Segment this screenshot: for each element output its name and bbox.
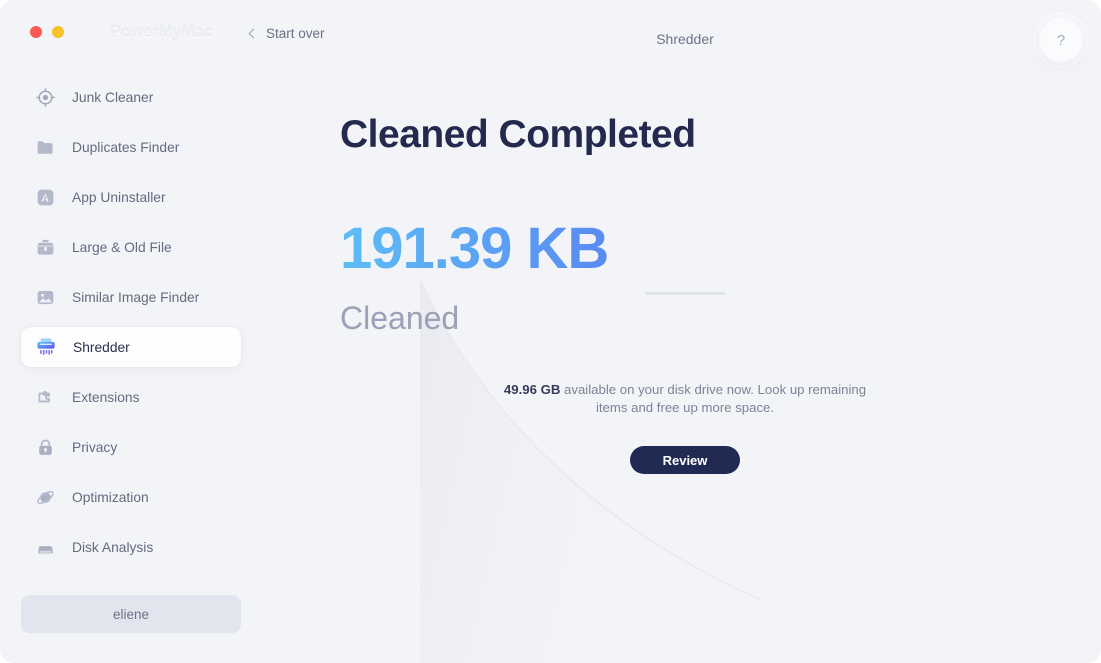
close-button[interactable] <box>30 26 42 38</box>
review-label: Review <box>662 452 708 468</box>
page-title: Cleaned Completed <box>340 113 696 156</box>
shredder-icon <box>35 336 57 358</box>
sidebar-item-label: Shredder <box>73 339 130 355</box>
lock-icon <box>34 436 56 458</box>
description-text: available on your disk drive now. Look u… <box>560 382 867 415</box>
sidebar-item-label: Large & Old File <box>72 239 172 255</box>
sidebar-item-label: Junk Cleaner <box>72 89 154 105</box>
sidebar-item-shredder[interactable]: Shredder <box>20 326 242 368</box>
sidebar-item-label: Optimization <box>72 489 149 505</box>
start-over-button[interactable]: Start over <box>248 26 325 41</box>
sidebar-item-junk-cleaner[interactable]: Junk Cleaner <box>20 76 242 118</box>
sidebar-item-label: Duplicates Finder <box>72 139 180 155</box>
planet-orbit-icon <box>34 486 56 508</box>
sidebar: PowerMyMac Start over Junk Cleaner Dupli… <box>0 0 340 663</box>
start-over-label: Start over <box>266 26 325 41</box>
hard-drive-icon <box>34 536 56 558</box>
sidebar-item-label: Disk Analysis <box>72 539 154 555</box>
app-title: PowerMyMac <box>110 24 214 41</box>
sidebar-item-app-uninstaller[interactable]: App Uninstaller <box>20 176 242 218</box>
image-icon <box>34 286 56 308</box>
divider <box>645 292 725 295</box>
title-bar: PowerMyMac Start over <box>0 0 340 60</box>
cleaned-amount: 191.39 KB <box>340 215 1030 282</box>
window-controls <box>30 26 64 38</box>
sidebar-item-label: App Uninstaller <box>72 189 166 205</box>
sidebar-nav: Junk Cleaner Duplicates Finder App Unins… <box>0 76 262 576</box>
sidebar-item-privacy[interactable]: Privacy <box>20 426 242 468</box>
sidebar-item-label: Similar Image Finder <box>72 289 200 305</box>
available-space-value: 49.96 GB <box>503 382 561 397</box>
sidebar-item-similar-image-finder[interactable]: Similar Image Finder <box>20 276 242 318</box>
sidebar-item-optimization[interactable]: Optimization <box>20 476 242 518</box>
review-button[interactable]: Review <box>630 446 740 474</box>
description: 49.96 GB available on your disk drive no… <box>495 381 875 417</box>
chevron-left-icon <box>248 28 259 39</box>
question-mark-icon: ? <box>1056 31 1066 49</box>
briefcase-icon <box>34 236 56 258</box>
app-window: PowerMyMac Start over Junk Cleaner Dupli… <box>0 0 1101 663</box>
puzzle-piece-icon <box>34 386 56 408</box>
sidebar-item-disk-analysis[interactable]: Disk Analysis <box>20 526 242 568</box>
sidebar-item-extensions[interactable]: Extensions <box>20 376 242 418</box>
module-title: Shredder <box>656 31 714 47</box>
help-button[interactable]: ? <box>1039 18 1083 62</box>
sidebar-item-label: Extensions <box>72 389 140 405</box>
main-content: Shredder ? Cleaned Completed 191.39 KB C… <box>340 0 1101 663</box>
sidebar-item-large-old-file[interactable]: Large & Old File <box>20 226 242 268</box>
sidebar-item-duplicates-finder[interactable]: Duplicates Finder <box>20 126 242 168</box>
account-button[interactable]: eliene <box>21 595 241 633</box>
minimize-button[interactable] <box>52 26 64 38</box>
cleaned-caption: Cleaned <box>340 300 460 336</box>
account-label: eliene <box>112 606 150 622</box>
sidebar-item-label: Privacy <box>72 439 118 455</box>
target-icon <box>34 86 56 108</box>
app-icon <box>34 186 56 208</box>
folder-icon <box>34 136 56 158</box>
